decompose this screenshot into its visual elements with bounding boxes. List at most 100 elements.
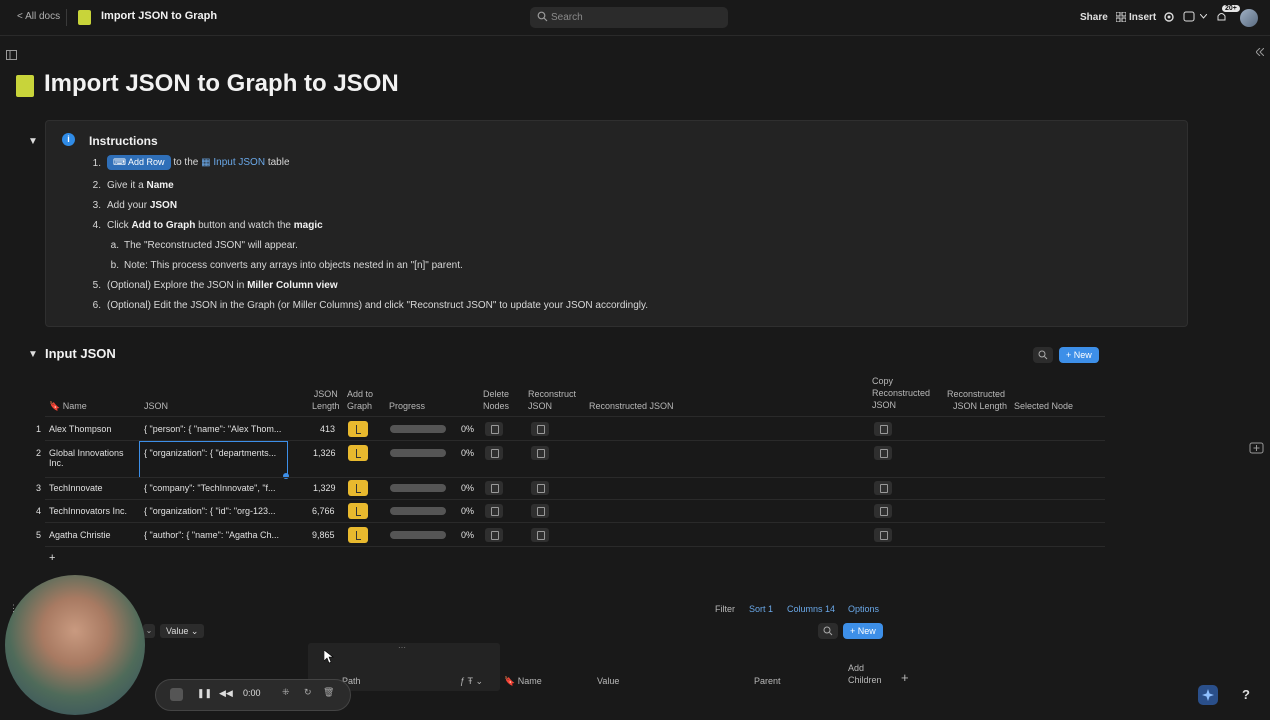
add-to-graph-button[interactable] [348,421,368,437]
row-name[interactable]: Alex Thompson [49,424,111,434]
notification-badge: 20+ [1222,5,1240,12]
copy-button[interactable] [874,422,892,436]
copy-button[interactable] [874,446,892,460]
delete-nodes-button[interactable] [485,481,503,495]
restart-icon[interactable]: ↻ [304,687,312,698]
add-column-button[interactable]: + [901,671,909,684]
list-number: 4. [92,220,101,231]
input-json-link[interactable]: ▦ Input JSON [201,157,265,168]
toggle-triangle-icon[interactable]: ▼ [28,349,38,360]
grid-dots-icon[interactable]: ⁜ [282,687,290,698]
search-input[interactable]: Search [530,7,728,28]
doc-title[interactable]: Import JSON to Graph [101,10,217,22]
share-button[interactable]: Share [1080,12,1108,23]
add-comment-icon[interactable] [1249,442,1264,456]
columns-button[interactable]: Columns 14 [787,603,835,615]
add-to-graph-button[interactable] [348,445,368,461]
row-json[interactable]: { "organization": { "departments... [144,448,276,458]
filter-button[interactable]: Filter [715,603,735,615]
sidebar-toggle-icon[interactable] [6,50,17,60]
column-header-value[interactable]: Value [597,675,619,687]
delete-nodes-button[interactable] [485,422,503,436]
search-icon [823,626,833,636]
column-header-selected-node[interactable]: Selected Node [1014,400,1073,412]
drag-dots-icon[interactable]: ⋮ [9,603,18,614]
step-text: The "Reconstructed JSON" will appear. [124,240,298,251]
new-row-button[interactable]: + New [1059,347,1099,363]
row-name[interactable]: Global Innovations Inc. [49,448,124,468]
add-to-graph-button[interactable] [348,480,368,496]
copy-button[interactable] [874,504,892,518]
cursor-icon [324,650,334,664]
column-header-add-to-graph[interactable]: Add to Graph [347,388,373,412]
add-row-button[interactable]: ⌨ Add Row [107,155,171,170]
delete-nodes-button[interactable] [485,446,503,460]
sort-button[interactable]: Sort 1 [749,603,773,615]
row-name[interactable]: TechInnovate [49,483,103,493]
collapse-right-icon[interactable] [1256,48,1264,56]
delete-nodes-button[interactable] [485,504,503,518]
table-search-button[interactable] [1033,347,1053,363]
selected-cell[interactable] [139,441,288,478]
resize-handle[interactable] [283,473,289,479]
row-name[interactable]: Agatha Christie [49,530,111,540]
bell-icon[interactable] [1216,11,1227,23]
copy-button[interactable] [874,481,892,495]
table-search-button[interactable] [818,623,838,639]
reconstruct-json-button[interactable] [531,504,549,518]
ai-sparkle-button[interactable] [1198,685,1218,705]
column-header-json[interactable]: JSON [144,400,168,412]
row-number: 5 [36,530,42,540]
header-label: Delete [483,389,510,399]
step-bold: Miller Column view [247,280,338,291]
row-json[interactable]: { "company": "TechInnovate", "f... [144,483,276,493]
column-header-json-length[interactable]: JSON Length [312,388,340,412]
stop-icon[interactable] [170,688,183,701]
column-header-reconstructed-length[interactable]: Reconstructed JSON Length [947,388,1007,412]
delete-nodes-button[interactable] [485,528,503,542]
column-header-reconstructed-json[interactable]: Reconstructed JSON [589,400,674,412]
reconstruct-json-button[interactable] [531,481,549,495]
reconstruct-json-button[interactable] [531,528,549,542]
add-to-graph-button[interactable] [348,527,368,543]
divider [66,9,67,26]
row-json[interactable]: { "person": { "name": "Alex Thom... [144,424,281,434]
column-header-name[interactable]: 🔖 Name [49,400,87,412]
drag-handle-icon[interactable]: ⋯ [398,643,406,652]
reconstruct-json-button[interactable] [531,446,549,460]
row-json[interactable]: { "author": { "name": "Agatha Ch... [144,530,279,540]
row-json-length: 413 [320,424,336,434]
insert-button[interactable]: Insert [1129,12,1156,23]
pause-icon[interactable]: ❚❚ [197,688,212,699]
help-button[interactable]: ? [1236,685,1256,705]
options-button[interactable]: Options [848,603,879,615]
toggle-triangle-icon[interactable]: ▼ [28,136,38,147]
new-row-button[interactable]: + New [843,623,883,639]
column-header-copy-reconstructed[interactable]: Copy Reconstructed JSON [872,375,930,411]
comment-icon[interactable] [1183,11,1195,23]
column-header-name[interactable]: 🔖 Name [504,675,542,687]
chevron-down-icon[interactable]: ⌄ [143,624,155,638]
column-header-parent[interactable]: Parent [754,675,781,687]
copy-button[interactable] [874,528,892,542]
formula-icon[interactable]: ƒ Ŧ ⌄ [460,675,483,687]
reconstruct-json-button[interactable] [531,422,549,436]
avatar[interactable] [1240,9,1258,27]
column-header-add-children[interactable]: Add Children [848,662,882,686]
add-row-plus[interactable]: + [49,552,55,564]
rewind-icon[interactable]: ◀◀ [219,688,233,699]
column-header-progress[interactable]: Progress [389,400,425,412]
value-dropdown[interactable]: Value ⌄ [160,624,205,638]
new-label: New [857,626,876,636]
row-json[interactable]: { "organization": { "id": "org-123... [144,506,276,516]
progress-bar [390,484,446,492]
add-to-graph-button[interactable] [348,503,368,519]
row-name[interactable]: TechInnovators Inc. [49,506,127,516]
trash-icon[interactable]: 🗑 [323,687,334,698]
column-header-reconstruct-json[interactable]: Reconstruct JSON [528,388,576,412]
chevron-down-icon[interactable] [1200,14,1207,19]
column-header-delete-nodes[interactable]: Delete Nodes [483,388,509,412]
top-bar: < All docs Import JSON to Graph Search S… [0,0,1270,36]
gear-icon[interactable] [1163,11,1175,23]
all-docs-link[interactable]: < All docs [17,11,60,22]
